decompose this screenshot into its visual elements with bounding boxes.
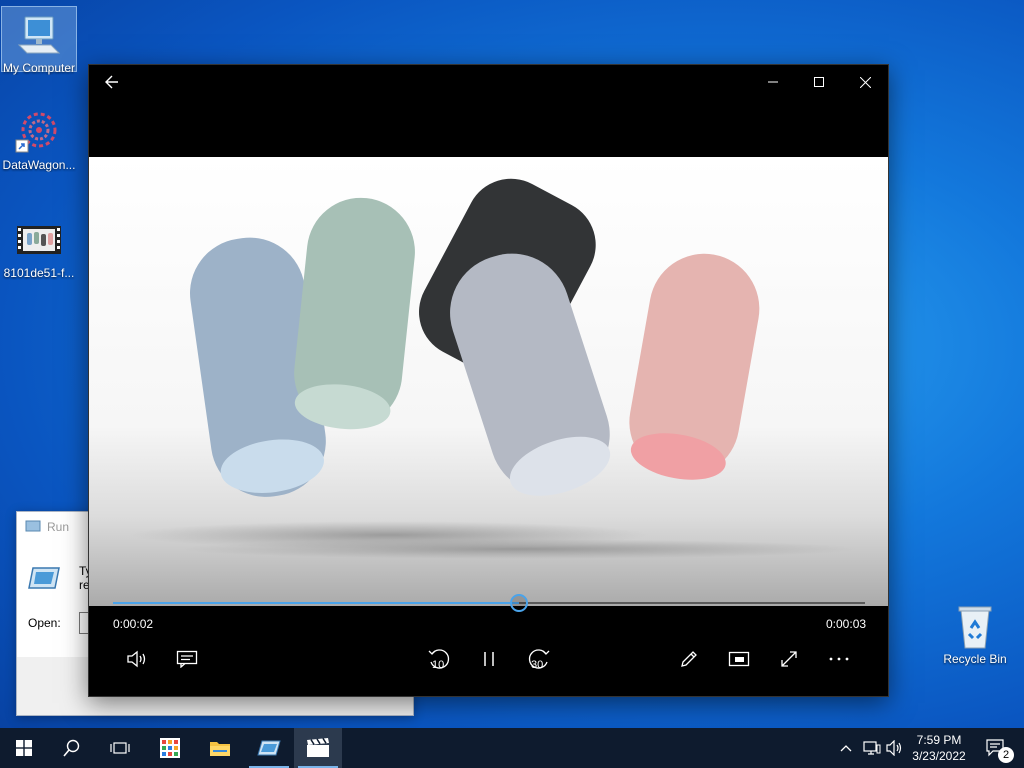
clock-time: 7:59 PM bbox=[916, 733, 962, 747]
skip-forward-label: 30 bbox=[531, 659, 544, 671]
skip-back-button[interactable]: 10 bbox=[419, 641, 459, 677]
subtitles-button[interactable] bbox=[167, 641, 207, 677]
subtitles-icon bbox=[176, 650, 198, 668]
datawagon-shortcut-icon bbox=[15, 108, 63, 156]
minimize-icon bbox=[768, 81, 778, 83]
taskbar-clock[interactable]: 7:59 PM 3/23/2022 bbox=[905, 732, 973, 764]
skip-forward-button[interactable]: 30 bbox=[519, 641, 559, 677]
pause-button[interactable] bbox=[469, 641, 509, 677]
pen-edit-icon bbox=[681, 651, 697, 667]
volume-icon bbox=[127, 650, 146, 668]
desktop-icon-recycle-bin[interactable]: Recycle Bin bbox=[937, 598, 1013, 666]
search-button[interactable] bbox=[48, 728, 96, 768]
network-button[interactable] bbox=[860, 728, 884, 768]
maximize-button[interactable] bbox=[796, 65, 842, 99]
notification-badge: 2 bbox=[998, 747, 1014, 763]
more-options-icon bbox=[829, 657, 849, 661]
taskbar-movies-tv[interactable] bbox=[294, 728, 342, 768]
file-explorer-icon bbox=[210, 742, 230, 756]
run-icon bbox=[257, 740, 281, 756]
video-frame[interactable] bbox=[89, 157, 888, 606]
movies-tv-player-window[interactable]: 0:00:02 0:00:03 10 30 bbox=[88, 64, 889, 697]
back-button[interactable] bbox=[89, 65, 135, 99]
video-content-speakers bbox=[129, 178, 859, 559]
taskbar: 7:59 PM 3/23/2022 2 bbox=[0, 728, 1024, 768]
more-options-button[interactable] bbox=[819, 641, 859, 677]
start-icon bbox=[16, 740, 32, 756]
maximize-icon bbox=[814, 77, 824, 87]
back-arrow-icon bbox=[105, 75, 118, 89]
total-time: 0:00:03 bbox=[826, 617, 867, 631]
desktop-icon-label: Recycle Bin bbox=[943, 652, 1007, 666]
volume-button[interactable] bbox=[117, 641, 157, 677]
run-dialog-title: Run bbox=[47, 520, 70, 534]
player-titlebar[interactable] bbox=[89, 65, 888, 99]
store-apps-icon bbox=[160, 738, 180, 758]
pause-icon bbox=[484, 652, 494, 666]
desktop-icon-video-file[interactable]: 8101de51-f... bbox=[1, 212, 77, 280]
seek-bar[interactable] bbox=[113, 594, 865, 612]
current-time: 0:00:02 bbox=[113, 617, 154, 631]
mini-view-button[interactable] bbox=[719, 641, 759, 677]
chevron-up-icon bbox=[840, 745, 852, 752]
taskbar-store-apps[interactable] bbox=[146, 728, 194, 768]
volume-tray-icon bbox=[886, 740, 902, 756]
seek-bar-progress bbox=[113, 602, 520, 604]
desktop-icon-label: 8101de51-f... bbox=[3, 266, 75, 280]
close-button[interactable] bbox=[842, 65, 888, 99]
task-view-button[interactable] bbox=[96, 728, 144, 768]
mini-view-icon bbox=[728, 651, 750, 667]
volume-tray-button[interactable] bbox=[884, 728, 906, 768]
close-icon bbox=[859, 76, 871, 88]
desktop-icon-my-computer[interactable]: My Computer bbox=[1, 6, 77, 75]
movies-tv-icon bbox=[307, 738, 329, 757]
seek-thumb[interactable] bbox=[510, 594, 529, 612]
fullscreen-button[interactable] bbox=[769, 641, 809, 677]
desktop-icon-datawagon[interactable]: DataWagon... bbox=[1, 104, 77, 172]
taskbar-file-explorer[interactable] bbox=[196, 728, 244, 768]
clock-date: 3/23/2022 bbox=[912, 749, 966, 763]
skip-back-label: 10 bbox=[432, 659, 445, 671]
network-icon bbox=[863, 741, 881, 755]
action-center-button[interactable]: 2 bbox=[978, 728, 1014, 768]
desktop-icon-label: My Computer bbox=[2, 61, 76, 75]
computer-icon bbox=[15, 11, 63, 59]
desktop-icon-label: DataWagon... bbox=[2, 158, 76, 172]
recycle-bin-icon bbox=[951, 602, 999, 650]
run-open-label: Open: bbox=[28, 616, 61, 630]
fullscreen-icon bbox=[781, 651, 797, 667]
show-hidden-icons-button[interactable] bbox=[836, 728, 856, 768]
run-icon bbox=[25, 519, 41, 536]
run-program-icon bbox=[27, 566, 61, 595]
start-button[interactable] bbox=[0, 728, 48, 768]
minimize-button[interactable] bbox=[750, 65, 796, 99]
edit-button[interactable] bbox=[669, 641, 709, 677]
task-view-icon bbox=[110, 742, 130, 754]
video-file-icon bbox=[15, 216, 63, 264]
taskbar-run[interactable] bbox=[245, 728, 293, 768]
search-icon bbox=[63, 739, 80, 757]
